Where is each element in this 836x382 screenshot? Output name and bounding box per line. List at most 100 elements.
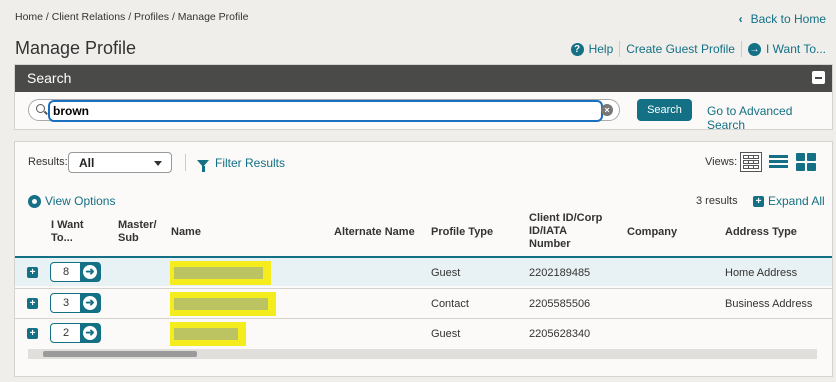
table-row[interactable]: + 3 ➜ Contact 2205585506 Business Addres… bbox=[15, 288, 832, 318]
profile-type-cell: Contact bbox=[431, 298, 469, 310]
address-type-cell: Home Address bbox=[725, 267, 798, 279]
client-id-cell: 2205628340 bbox=[529, 328, 591, 340]
column-header-line: Master/ bbox=[118, 219, 157, 231]
search-icon bbox=[36, 104, 45, 113]
i-want-to-label: I Want To... bbox=[765, 42, 826, 56]
column-header-line: Client ID/Corp bbox=[529, 212, 603, 224]
redacted-name bbox=[170, 261, 271, 285]
search-panel-header: Search bbox=[15, 65, 832, 92]
table-view-icon[interactable] bbox=[740, 152, 762, 172]
advanced-search-link[interactable]: Go to Advanced Search bbox=[707, 104, 832, 132]
expand-all-label: Expand All bbox=[768, 194, 825, 208]
profile-type-cell: Guest bbox=[431, 328, 461, 340]
column-header-i-want-to[interactable]: I Want To... bbox=[51, 219, 84, 245]
clear-search-icon[interactable]: × bbox=[601, 104, 613, 116]
table-row[interactable]: + 8 ➜ Guest 2202189485 Home Address bbox=[15, 256, 832, 286]
row-go-button[interactable]: ➜ bbox=[80, 324, 100, 342]
view-options-label: View Options bbox=[45, 194, 116, 208]
expand-all-link[interactable]: + Expand All bbox=[753, 194, 825, 208]
caret-down-icon bbox=[154, 161, 162, 166]
table-cell-glyph bbox=[753, 155, 759, 159]
i-want-to-row-button[interactable]: 3 ➜ bbox=[50, 293, 101, 313]
column-header-client-id[interactable]: Client ID/Corp ID/IATA Number bbox=[529, 212, 602, 251]
list-line-glyph bbox=[769, 155, 788, 158]
i-want-to-row-button[interactable]: 2 ➜ bbox=[50, 323, 101, 343]
column-header-line: Sub bbox=[118, 232, 139, 244]
column-header-line: Number bbox=[529, 238, 571, 250]
create-guest-profile-link[interactable]: Create Guest Profile bbox=[620, 42, 741, 56]
plus-icon: + bbox=[753, 195, 764, 207]
help-link[interactable]: ? Help bbox=[565, 42, 620, 56]
back-to-home-label: Back to Home bbox=[750, 12, 826, 26]
client-id-cell: 2205585506 bbox=[529, 298, 591, 310]
scrollbar-thumb[interactable] bbox=[43, 351, 197, 357]
column-header-line: ID/IATA bbox=[529, 225, 568, 237]
arrow-right-icon: ➜ bbox=[83, 265, 97, 279]
horizontal-scrollbar[interactable] bbox=[28, 349, 817, 359]
filter-results-link[interactable]: Filter Results bbox=[197, 156, 286, 172]
create-guest-label: Create Guest Profile bbox=[626, 42, 735, 56]
views-label: Views: bbox=[705, 156, 738, 168]
results-panel: Results: All Filter Results Views: View … bbox=[14, 141, 833, 377]
row-go-button[interactable]: ➜ bbox=[80, 263, 100, 281]
grid-tile-glyph bbox=[807, 163, 816, 171]
view-options-link[interactable]: View Options bbox=[28, 194, 115, 208]
address-type-cell: Business Address bbox=[725, 298, 813, 310]
results-count: 3 results bbox=[696, 195, 738, 207]
arrow-right-icon: ➜ bbox=[83, 326, 97, 340]
filter-icon bbox=[197, 159, 209, 172]
search-box: × bbox=[28, 99, 620, 122]
row-action-count: 2 bbox=[62, 327, 70, 339]
expand-row-icon[interactable]: + bbox=[27, 267, 38, 278]
list-line-glyph bbox=[769, 160, 788, 163]
collapse-panel-button[interactable] bbox=[812, 71, 825, 84]
gear-icon bbox=[28, 194, 41, 208]
filter-results-label: Filter Results bbox=[215, 156, 286, 170]
table-cell-glyph bbox=[753, 160, 759, 164]
column-header-address-type[interactable]: Address Type bbox=[725, 226, 797, 239]
column-header-company[interactable]: Company bbox=[627, 226, 677, 239]
column-header-name[interactable]: Name bbox=[171, 226, 201, 239]
expand-row-icon[interactable]: + bbox=[27, 298, 38, 309]
help-label: Help bbox=[588, 42, 614, 56]
column-header-line: To... bbox=[51, 232, 73, 244]
column-header-line: I Want bbox=[51, 219, 84, 231]
results-filter-select[interactable]: All bbox=[68, 152, 172, 173]
search-panel-title: Search bbox=[27, 70, 72, 86]
row-action-count: 8 bbox=[62, 266, 70, 278]
table-row[interactable]: + 2 ➜ Guest 2205628340 bbox=[15, 318, 832, 348]
breadcrumb[interactable]: Home / Client Relations / Profiles / Man… bbox=[15, 11, 248, 23]
grid-tile-glyph bbox=[807, 153, 816, 161]
results-label: Results: bbox=[28, 156, 68, 168]
i-want-to-menu[interactable]: → I Want To... bbox=[742, 42, 832, 56]
table-cell-glyph bbox=[753, 165, 759, 169]
i-want-to-row-button[interactable]: 8 ➜ bbox=[50, 262, 101, 282]
list-line-glyph bbox=[769, 165, 788, 168]
grid-tile-glyph bbox=[796, 163, 805, 171]
chevron-left-icon: ‹ bbox=[738, 12, 743, 26]
client-id-cell: 2202189485 bbox=[529, 267, 591, 279]
expand-row-icon[interactable]: + bbox=[27, 328, 38, 339]
column-header-alternate-name[interactable]: Alternate Name bbox=[334, 226, 415, 239]
redacted-name bbox=[170, 292, 276, 316]
column-header-profile-type[interactable]: Profile Type bbox=[431, 226, 493, 239]
back-to-home-link[interactable]: ‹ Back to Home bbox=[739, 12, 826, 26]
divider bbox=[185, 154, 186, 171]
list-view-icon[interactable] bbox=[767, 152, 789, 172]
help-icon: ? bbox=[570, 42, 584, 56]
search-input[interactable] bbox=[48, 100, 603, 122]
results-filter-value: All bbox=[79, 156, 95, 170]
search-panel: Search × Search Go to Advanced Search bbox=[14, 64, 833, 132]
grid-tile-glyph bbox=[796, 153, 805, 161]
arrow-right-circle-icon: → bbox=[747, 42, 761, 56]
redacted-name bbox=[170, 322, 246, 346]
column-header-master-sub[interactable]: Master/ Sub bbox=[118, 219, 157, 245]
profile-type-cell: Guest bbox=[431, 267, 461, 279]
top-links: ? Help Create Guest Profile → I Want To.… bbox=[565, 41, 832, 57]
search-button[interactable]: Search bbox=[637, 99, 692, 121]
grid-view-icon[interactable] bbox=[796, 152, 818, 172]
row-go-button[interactable]: ➜ bbox=[80, 294, 100, 312]
row-action-count: 3 bbox=[62, 297, 70, 309]
arrow-right-icon: ➜ bbox=[83, 296, 97, 310]
page-title: Manage Profile bbox=[15, 38, 137, 58]
